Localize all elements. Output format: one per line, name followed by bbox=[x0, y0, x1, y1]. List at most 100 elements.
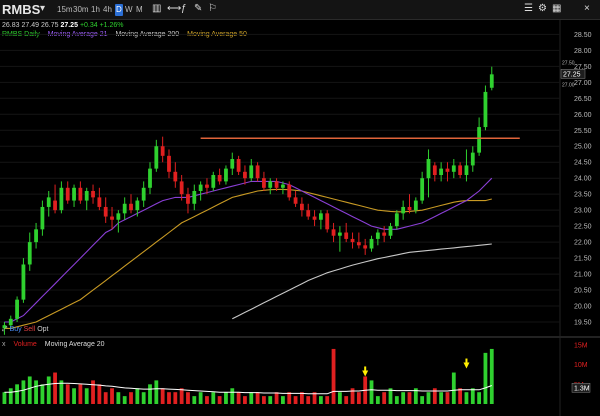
volume-bar bbox=[148, 384, 152, 404]
candle-body bbox=[186, 194, 190, 204]
price-tick-label: 21.00 bbox=[574, 272, 592, 279]
candle-body bbox=[103, 206, 108, 217]
volume-bar bbox=[122, 396, 127, 404]
price-volume-chart[interactable]: 28.50 28.00 27.50 27.00 26.50 26.00 25.50 25.00… bbox=[0, 0, 600, 416]
candle-body bbox=[470, 152, 475, 166]
volume-bar bbox=[154, 380, 159, 404]
candle-body bbox=[325, 213, 330, 230]
volume-bar bbox=[331, 348, 336, 404]
expand-icon[interactable]: ⤢ bbox=[2, 326, 8, 333]
volume-bar bbox=[483, 352, 488, 404]
candle-body bbox=[344, 232, 349, 239]
candle-body bbox=[306, 210, 311, 217]
candle-body bbox=[281, 184, 285, 188]
candle-body bbox=[483, 91, 488, 128]
price-tick-label: 20.00 bbox=[574, 304, 592, 311]
price-tick-label: 22.50 bbox=[574, 224, 592, 231]
volume-legend: x Volume Moving Average 20 bbox=[2, 341, 111, 348]
candle-body bbox=[205, 184, 209, 188]
volume-bar bbox=[173, 392, 178, 404]
volume-ma-path bbox=[4, 382, 492, 395]
candle-body bbox=[477, 127, 482, 153]
candle-body bbox=[78, 187, 83, 201]
volume-pane-close[interactable]: x bbox=[2, 341, 6, 348]
volume-bar bbox=[21, 380, 26, 404]
price-tick-label: 28.50 bbox=[574, 32, 592, 39]
volume-bar bbox=[337, 392, 342, 404]
candle-body bbox=[198, 184, 203, 191]
volume-bar bbox=[78, 384, 83, 404]
candle-body bbox=[394, 213, 399, 227]
volume-bar bbox=[135, 388, 140, 404]
volume-bar bbox=[179, 388, 184, 404]
volume-bar bbox=[116, 392, 121, 404]
candle-body bbox=[375, 232, 380, 239]
volume-bar bbox=[97, 384, 102, 404]
candle-body bbox=[243, 171, 247, 179]
price-tick-label: 25.50 bbox=[574, 128, 592, 135]
price-grid bbox=[0, 33, 560, 323]
volume-bar bbox=[198, 392, 203, 404]
volume-tick-label: 15M bbox=[574, 343, 588, 350]
volume-bar bbox=[217, 396, 222, 404]
volume-bar bbox=[281, 396, 285, 404]
candle-body bbox=[110, 216, 114, 220]
volume-bar bbox=[167, 392, 171, 404]
legend-volume-ma20[interactable]: Moving Average 20 bbox=[45, 341, 105, 348]
volume-bar bbox=[439, 392, 444, 404]
volume-bar bbox=[464, 392, 469, 404]
opt-button[interactable]: Opt bbox=[37, 326, 48, 333]
candle-body bbox=[236, 159, 241, 172]
candle-body bbox=[53, 200, 57, 211]
volume-bar bbox=[382, 392, 387, 404]
price-tick-label: 24.50 bbox=[574, 160, 592, 167]
price-tick-label: 20.50 bbox=[574, 288, 592, 295]
candle-body bbox=[426, 159, 431, 179]
candle-body bbox=[160, 146, 165, 156]
volume-bar bbox=[15, 384, 19, 404]
price-tick-label: 28.00 bbox=[574, 48, 592, 55]
candle-body bbox=[363, 245, 368, 249]
ma21-line bbox=[4, 177, 493, 323]
volume-bar bbox=[205, 396, 209, 404]
down-arrow-icon bbox=[362, 370, 369, 377]
arrow-stem bbox=[465, 358, 468, 363]
volume-bar bbox=[27, 376, 32, 404]
candle-body bbox=[337, 232, 342, 236]
trade-buttons: ⤢ Buy Sell Opt bbox=[2, 326, 49, 334]
volume-bar bbox=[141, 392, 146, 404]
candle-body bbox=[173, 171, 178, 182]
volume-bar bbox=[59, 380, 64, 404]
volume-bar bbox=[129, 392, 133, 404]
volume-bar bbox=[344, 396, 349, 404]
volume-bar bbox=[65, 384, 70, 404]
price-tag-high: 27.50 bbox=[562, 60, 575, 66]
volume-bar bbox=[91, 380, 95, 404]
volume-axis: 15M10M5M1.3M bbox=[571, 343, 591, 393]
candle-body bbox=[413, 200, 418, 211]
buy-button[interactable]: Buy bbox=[10, 326, 22, 333]
volume-bar bbox=[211, 392, 216, 404]
candle-body bbox=[300, 203, 304, 211]
volume-bar bbox=[53, 372, 57, 404]
volume-bar bbox=[243, 396, 247, 404]
volume-bar bbox=[224, 392, 228, 404]
candle-body bbox=[15, 299, 19, 319]
sell-button[interactable]: Sell bbox=[24, 326, 36, 333]
candle-body bbox=[350, 238, 355, 243]
volume-bar bbox=[458, 388, 463, 404]
volume-bar bbox=[477, 392, 482, 404]
volume-last-label: 1.3M bbox=[574, 385, 590, 392]
arrow-stem bbox=[364, 366, 367, 371]
volume-ma20-line bbox=[4, 382, 492, 395]
volume-bar bbox=[236, 392, 241, 404]
volume-bar bbox=[375, 396, 380, 404]
candle-body bbox=[192, 190, 197, 204]
volume-bar bbox=[394, 396, 399, 404]
volume-bar bbox=[451, 372, 456, 404]
legend-volume[interactable]: Volume bbox=[13, 341, 36, 348]
candle-body bbox=[84, 190, 89, 201]
candle-body bbox=[116, 213, 121, 220]
ma200-path bbox=[232, 243, 492, 320]
volume-bar bbox=[160, 388, 165, 404]
